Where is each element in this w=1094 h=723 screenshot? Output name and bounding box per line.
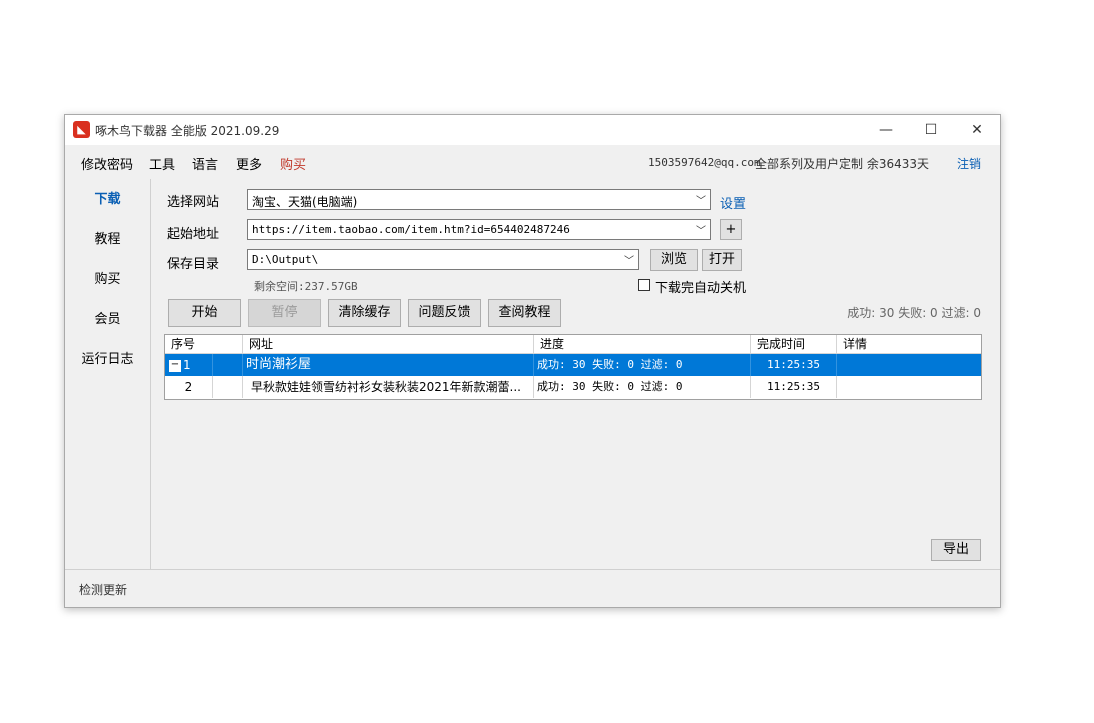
maximize-button[interactable]: ☐ bbox=[908, 115, 954, 145]
column-header-time[interactable]: 完成时间 bbox=[751, 335, 837, 354]
menu-bar: 修改密码 工具 语言 更多 购买 1503597642@qq.com 全部系列及… bbox=[65, 145, 1000, 179]
row-url: 早秋款娃娃领雪纺衬衫女装秋装2021年新款潮蕾... bbox=[243, 376, 534, 398]
auto-shutdown-checkbox[interactable] bbox=[638, 279, 650, 291]
url-input[interactable]: https://item.taobao.com/item.htm?id=6544… bbox=[247, 219, 711, 240]
auto-shutdown-label[interactable]: 下载完自动关机 bbox=[655, 277, 746, 296]
sidebar-item-download[interactable]: 下载 bbox=[65, 188, 150, 207]
column-header-index[interactable]: 序号 bbox=[165, 335, 243, 354]
save-dir-input[interactable]: D:\Output\ ﹀ bbox=[247, 249, 639, 270]
menu-more[interactable]: 更多 bbox=[236, 154, 262, 173]
save-dir-value: D:\Output\ bbox=[252, 253, 319, 266]
column-header-progress[interactable]: 进度 bbox=[534, 335, 751, 354]
table-row[interactable]: 2 早秋款娃娃领雪纺衬衫女装秋装2021年新款潮蕾... 成功: 30 失败: … bbox=[165, 376, 981, 398]
feedback-button[interactable]: 问题反馈 bbox=[408, 299, 481, 327]
woodpecker-logo-icon: ◣ bbox=[73, 121, 90, 138]
tutorial-button[interactable]: 查阅教程 bbox=[488, 299, 561, 327]
url-value: https://item.taobao.com/item.htm?id=6544… bbox=[252, 223, 570, 236]
column-header-url[interactable]: 网址 bbox=[243, 335, 534, 354]
check-update-link[interactable]: 检测更新 bbox=[79, 581, 127, 598]
chevron-down-icon: ﹀ bbox=[696, 226, 706, 237]
row-time: 11:25:35 bbox=[751, 354, 837, 376]
task-table: 序号 网址 进度 完成时间 详情 −1 时尚潮衫屋 成功: 30 失败: 0 过… bbox=[164, 334, 982, 400]
row-index: 1 bbox=[183, 358, 191, 372]
account-info: 全部系列及用户定制 余36433天 bbox=[755, 157, 929, 171]
row-progress: 成功: 30 失败: 0 过滤: 0 bbox=[534, 376, 751, 398]
row-index-cell: −1 bbox=[165, 354, 213, 376]
status-bar: 检测更新 bbox=[65, 569, 1000, 608]
sidebar-item-tutorial[interactable]: 教程 bbox=[65, 228, 150, 247]
row-index: 2 bbox=[165, 376, 213, 398]
open-button[interactable]: 打开 bbox=[702, 249, 742, 271]
free-space: 剩余空间:237.57GB bbox=[254, 280, 358, 293]
title-bar: ◣ 啄木鸟下载器 全能版 2021.09.29 — ☐ ✕ bbox=[65, 115, 1000, 145]
sidebar-item-run-log[interactable]: 运行日志 bbox=[65, 348, 150, 367]
start-button[interactable]: 开始 bbox=[168, 299, 241, 327]
account-email: 1503597642@qq.com bbox=[648, 156, 761, 169]
minimize-button[interactable]: — bbox=[863, 115, 909, 145]
site-select[interactable]: 淘宝、天猫(电脑端) ﹀ bbox=[247, 189, 711, 210]
table-row[interactable]: −1 时尚潮衫屋 成功: 30 失败: 0 过滤: 0 11:25:35 bbox=[165, 354, 981, 376]
add-url-button[interactable]: + bbox=[720, 219, 742, 240]
dir-label: 保存目录 bbox=[167, 257, 220, 272]
chevron-down-icon: ﹀ bbox=[696, 196, 706, 207]
export-button[interactable]: 导出 bbox=[931, 539, 981, 561]
menu-language[interactable]: 语言 bbox=[192, 154, 218, 173]
menu-buy[interactable]: 购买 bbox=[280, 154, 306, 173]
browse-button[interactable]: 浏览 bbox=[650, 249, 698, 271]
menu-change-password[interactable]: 修改密码 bbox=[81, 154, 133, 173]
summary-status: 成功: 30 失败: 0 过滤: 0 bbox=[847, 306, 981, 320]
sidebar: 下载 教程 购买 会员 运行日志 bbox=[65, 179, 151, 569]
url-label: 起始地址 bbox=[167, 227, 220, 242]
row-blank-cell bbox=[213, 354, 243, 376]
row-detail bbox=[837, 376, 981, 398]
sidebar-item-buy[interactable]: 购买 bbox=[65, 268, 150, 287]
clear-cache-button[interactable]: 清除缓存 bbox=[328, 299, 401, 327]
row-url: 时尚潮衫屋 bbox=[243, 354, 534, 376]
app-window: ◣ 啄木鸟下载器 全能版 2021.09.29 — ☐ ✕ 修改密码 工具 语言… bbox=[64, 114, 1001, 608]
sidebar-item-member[interactable]: 会员 bbox=[65, 308, 150, 327]
chevron-down-icon: ﹀ bbox=[624, 256, 634, 267]
site-label: 选择网站 bbox=[167, 195, 220, 210]
row-detail bbox=[837, 354, 981, 376]
row-progress: 成功: 30 失败: 0 过滤: 0 bbox=[534, 354, 751, 376]
settings-link[interactable]: 设置 bbox=[720, 193, 746, 212]
pause-button[interactable]: 暂停 bbox=[248, 299, 321, 327]
row-blank-cell bbox=[213, 376, 243, 398]
logout-link[interactable]: 注销 bbox=[957, 155, 981, 172]
column-header-detail[interactable]: 详情 bbox=[837, 335, 981, 354]
close-button[interactable]: ✕ bbox=[954, 115, 1000, 145]
row-time: 11:25:35 bbox=[751, 376, 837, 398]
menu-tools[interactable]: 工具 bbox=[149, 154, 175, 173]
site-value: 淘宝、天猫(电脑端) bbox=[252, 195, 358, 209]
collapse-icon[interactable]: − bbox=[169, 359, 181, 372]
window-title: 啄木鸟下载器 全能版 2021.09.29 bbox=[95, 124, 280, 138]
